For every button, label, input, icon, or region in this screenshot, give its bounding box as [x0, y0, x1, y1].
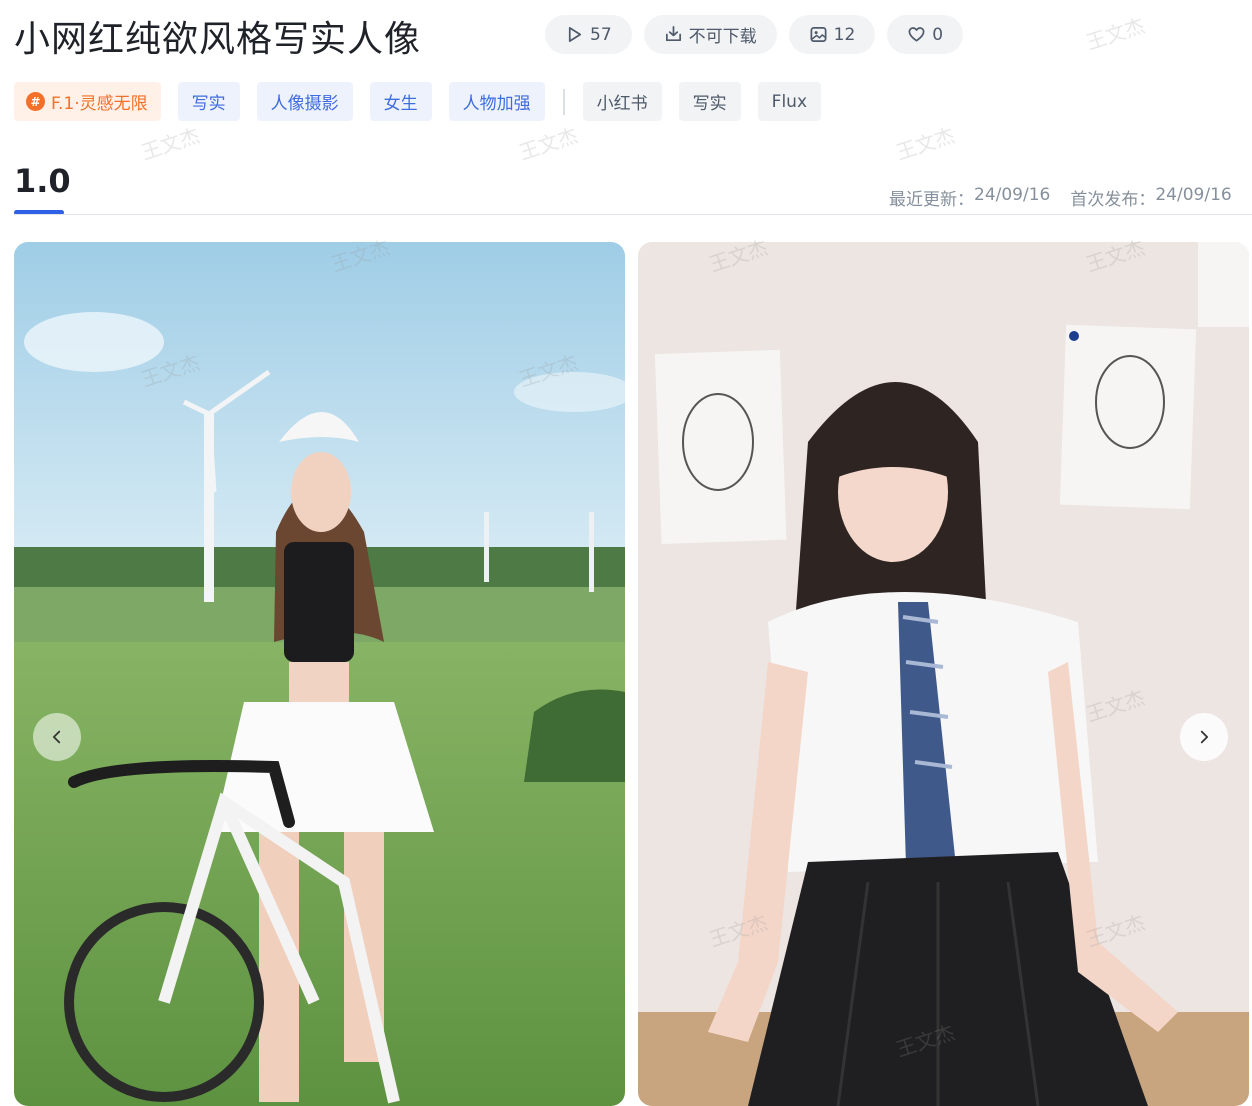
image-count-button[interactable]: 12	[788, 15, 876, 54]
chevron-left-icon	[52, 730, 61, 744]
tag-flux[interactable]: Flux	[757, 82, 822, 121]
title-row: 小网红纯欲风格写实人像	[14, 10, 421, 62]
updated-label: 最近更新：	[889, 190, 974, 210]
tag-portrait-photography[interactable]: 人像摄影	[256, 82, 353, 121]
heart-icon	[908, 27, 925, 42]
play-icon	[568, 26, 582, 43]
download-button[interactable]: 不可下载	[643, 15, 777, 54]
updated-date: 24/09/16	[974, 185, 1051, 205]
version-dates: 最近更新： 24/09/16 首次发布： 24/09/16	[889, 185, 1232, 210]
photo-girl-in-school-uniform-with-sketches-icon	[638, 242, 1249, 1106]
carousel-prev-button[interactable]	[33, 713, 81, 761]
run-count: 57	[590, 24, 612, 45]
download-status: 不可下载	[688, 27, 757, 47]
version-tab[interactable]: 1.0	[14, 162, 71, 200]
watermark: 王文杰	[893, 123, 958, 165]
published-date: 24/09/16	[1155, 185, 1232, 205]
like-button[interactable]: 0	[887, 15, 964, 54]
feature-tag-label: F.1·灵感无限	[51, 94, 148, 114]
download-icon	[665, 26, 681, 42]
feature-tag[interactable]: # F.1·灵感无限	[14, 82, 161, 121]
published-label: 首次发布：	[1070, 190, 1156, 210]
tag-xiaohongshu[interactable]: 小红书	[582, 82, 662, 121]
gallery-image-1[interactable]	[14, 242, 625, 1106]
watermark: 王文杰	[516, 123, 581, 165]
tag-character-enhance[interactable]: 人物加强	[448, 82, 545, 121]
watermark: 王文杰	[1083, 13, 1148, 55]
tab-divider	[14, 214, 1252, 215]
tag-realistic[interactable]: 写实	[177, 82, 240, 121]
hash-icon: #	[26, 92, 45, 111]
image-icon	[810, 26, 827, 43]
gallery-image-2[interactable]	[638, 242, 1249, 1106]
tag-divider	[562, 88, 565, 115]
page-title: 小网红纯欲风格写实人像	[14, 19, 422, 60]
image-count: 12	[833, 24, 856, 45]
like-count: 0	[932, 24, 944, 45]
tag-realistic-secondary[interactable]: 写实	[678, 82, 741, 121]
tag-list: # F.1·灵感无限 写实 人像摄影 女生 人物加强 小红书 写实 Flux	[14, 82, 838, 121]
photo-girl-with-bicycle-in-field-icon	[14, 242, 625, 1106]
stats-bar: 57 不可下载 12 0	[545, 15, 964, 54]
tag-female[interactable]: 女生	[369, 82, 432, 121]
watermark: 王文杰	[138, 123, 203, 165]
chevron-right-icon	[1200, 730, 1209, 744]
run-count-button[interactable]: 57	[545, 15, 632, 54]
carousel-next-button[interactable]	[1180, 713, 1228, 761]
